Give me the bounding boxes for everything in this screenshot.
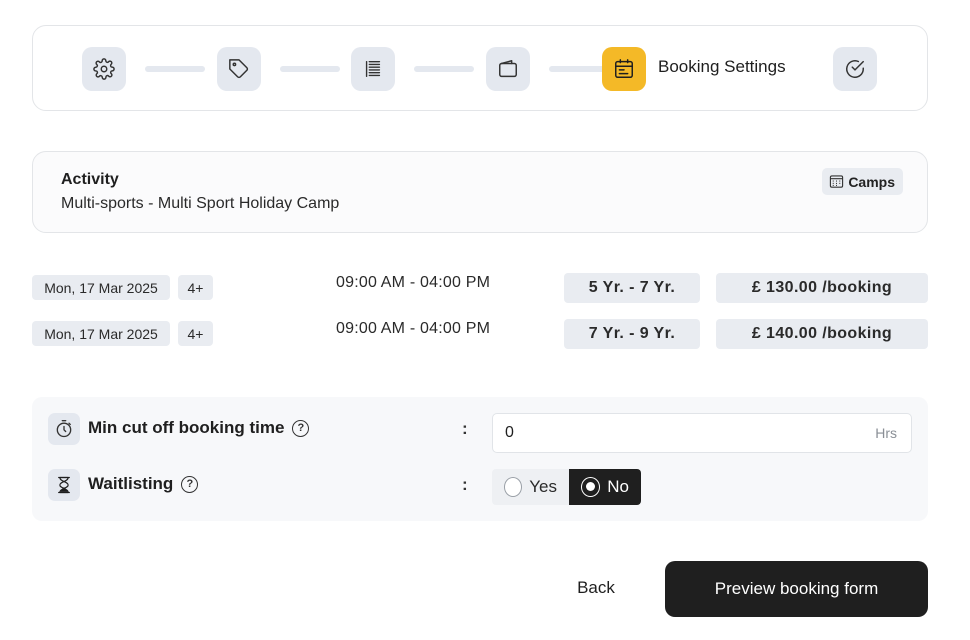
calendar-grid-icon: [830, 175, 844, 188]
session-time: 09:00 AM - 04:00 PM: [336, 274, 491, 291]
waitlisting-radio-group: Yes No: [492, 469, 641, 505]
wallet-icon: [499, 60, 517, 78]
gear-icon: [93, 58, 115, 80]
list-icon: [365, 60, 381, 78]
session-age-range: 7 Yr. - 9 Yr.: [564, 319, 700, 349]
separator-colon: :: [462, 475, 468, 494]
help-icon[interactable]: ?: [181, 475, 199, 493]
waitlisting-yes-option[interactable]: Yes: [492, 469, 569, 505]
cutoff-label: Min cut off booking time: [88, 418, 285, 437]
session-price: £ 130.00 /booking: [716, 273, 928, 303]
camps-badge: Camps: [822, 168, 903, 195]
waitlisting-label-group: Waitlisting ?: [88, 474, 199, 494]
session-time: 09:00 AM - 04:00 PM: [336, 320, 491, 337]
waitlisting-yes-label: Yes: [529, 477, 557, 496]
session-row: Mon, 17 Mar 2025 4+ 09:00 AM - 04:00 PM …: [32, 273, 928, 303]
activity-name: Multi-sports - Multi Sport Holiday Camp: [61, 195, 340, 212]
cutoff-hours-input[interactable]: [493, 414, 911, 452]
progress-stepper: Booking Settings: [32, 25, 928, 111]
step-general[interactable]: [82, 47, 126, 91]
activity-card: Activity Multi-sports - Multi Sport Holi…: [32, 151, 928, 233]
separator-colon: :: [462, 419, 468, 438]
step-connector: [145, 66, 205, 72]
hours-unit: Hrs: [875, 425, 897, 441]
radio-checked-icon: [581, 477, 601, 497]
check-circle-icon: [846, 60, 864, 78]
session-row: Mon, 17 Mar 2025 4+ 09:00 AM - 04:00 PM …: [32, 319, 928, 349]
session-count: 4+: [178, 321, 213, 346]
waitlisting-label: Waitlisting: [88, 474, 174, 493]
step-connector: [280, 66, 340, 72]
calendar-icon: [615, 59, 633, 78]
activity-label: Activity: [61, 171, 119, 188]
waitlisting-no-option[interactable]: No: [569, 469, 641, 505]
waitlisting-no-label: No: [607, 477, 629, 496]
session-date: Mon, 17 Mar 2025: [32, 321, 170, 346]
step-details[interactable]: [351, 47, 395, 91]
cutoff-hours-field[interactable]: Hrs: [492, 413, 912, 453]
session-count: 4+: [178, 275, 213, 300]
radio-unchecked-icon: [504, 477, 523, 497]
booking-settings-panel: Min cut off booking time ? : Hrs Waitlis…: [32, 397, 928, 521]
session-age-range: 5 Yr. - 7 Yr.: [564, 273, 700, 303]
camps-badge-label: Camps: [848, 173, 895, 190]
preview-booking-form-button[interactable]: Preview booking form: [665, 561, 928, 617]
session-date: Mon, 17 Mar 2025: [32, 275, 170, 300]
step-review[interactable]: [833, 47, 877, 91]
hourglass-icon: [48, 469, 80, 501]
step-payment[interactable]: [486, 47, 530, 91]
cutoff-label-group: Min cut off booking time ?: [88, 418, 310, 438]
step-pricing[interactable]: [217, 47, 261, 91]
step-connector: [549, 66, 609, 72]
stopwatch-icon: [48, 413, 80, 445]
step-connector: [414, 66, 474, 72]
tag-icon: [229, 59, 249, 79]
active-step-label: Booking Settings: [658, 57, 786, 76]
session-price: £ 140.00 /booking: [716, 319, 928, 349]
step-booking-settings[interactable]: [602, 47, 646, 91]
help-icon[interactable]: ?: [292, 419, 310, 437]
back-button[interactable]: Back: [560, 566, 632, 610]
